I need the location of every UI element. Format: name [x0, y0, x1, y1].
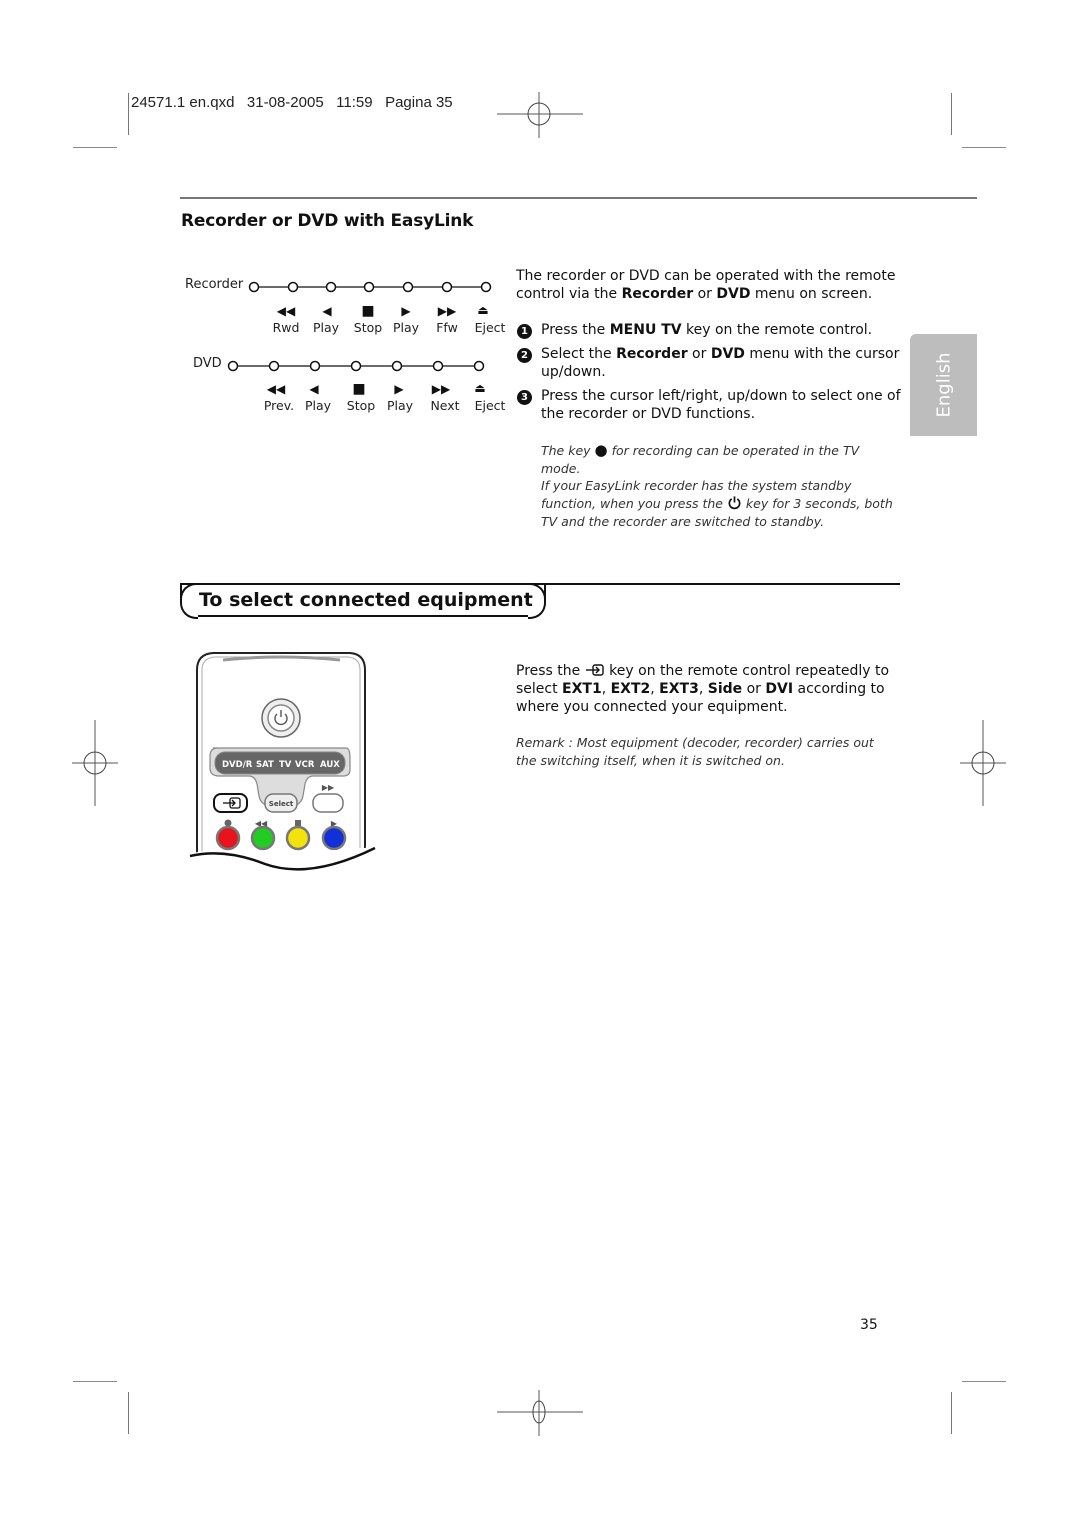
fn-label: Ffw: [436, 320, 458, 335]
fn-label: Eject: [474, 320, 506, 335]
fn-label: Prev.: [263, 398, 295, 413]
remark: Remark : Most equipment (decoder, record…: [516, 735, 874, 768]
remote-control-illustration: DVD/R SAT TV VCR AUX Select ▶▶ ◀◀ ▶: [188, 652, 377, 873]
registration-mark-top: [497, 92, 583, 138]
dvd-connector-line: [227, 360, 485, 372]
stop-icon: ■: [361, 303, 375, 319]
source-option: EXT1: [562, 681, 602, 697]
crop-mark: [128, 1392, 129, 1434]
power-icon: [728, 496, 741, 510]
step-number-icon: 2: [517, 348, 532, 363]
section-title-connected-equipment: To select connected equipment: [199, 589, 533, 611]
text: or: [693, 286, 717, 302]
fn-label: Eject: [474, 398, 506, 413]
fn-label: Play: [386, 398, 414, 413]
source-option: EXT3: [659, 681, 699, 697]
text: or: [687, 346, 711, 362]
play-reverse-icon: ◀: [309, 382, 319, 396]
note-standby: If your EasyLink recorder has the system…: [541, 477, 896, 531]
record-icon: ●: [594, 441, 608, 459]
text: Press the cursor left/right, up/down to …: [541, 388, 901, 422]
fn-label: Stop: [353, 320, 383, 335]
recorder-connector-line: [248, 281, 492, 293]
fn-label: Play: [304, 398, 332, 413]
text: key on the remote control.: [681, 322, 873, 338]
source-key-vcr: VCR: [295, 760, 315, 770]
rewind-icon: ◀◀: [276, 304, 296, 318]
text: Press the: [541, 322, 610, 338]
step-2: 2 Select the Recorder or DVD menu with t…: [517, 345, 902, 380]
select-key-label: Select: [269, 800, 294, 808]
source-key-sat: SAT: [256, 760, 274, 770]
crop-mark: [962, 1381, 1006, 1382]
crop-mark: [951, 93, 952, 135]
blue-key: [321, 825, 347, 851]
source-key-dvdr: DVD/R: [222, 760, 253, 770]
svg-text:▶▶: ▶▶: [322, 783, 335, 792]
bold-term: Recorder: [621, 286, 694, 302]
bold-term: DVD: [716, 286, 751, 302]
crop-mark: [962, 147, 1006, 148]
eject-icon: ⏏: [474, 381, 486, 395]
step-3: 3 Press the cursor left/right, up/down t…: [517, 387, 902, 422]
green-key: [250, 825, 276, 851]
connected-equipment-paragraph: Press the key on the remote control repe…: [516, 663, 890, 715]
source-key-aux: AUX: [320, 760, 340, 770]
next-icon: ▶▶: [431, 382, 451, 396]
source-option: DVI: [765, 681, 794, 697]
fast-forward-icon: ▶▶: [437, 304, 457, 318]
registration-mark-left: [72, 720, 118, 806]
step-number-icon: 1: [517, 324, 532, 339]
source-option: Side: [707, 681, 743, 697]
top-rule: [180, 197, 977, 199]
stop-icon: ■: [352, 381, 366, 397]
key-name: MENU TV: [609, 322, 682, 338]
bold-term: Recorder: [616, 346, 688, 362]
bold-term: DVD: [710, 346, 745, 362]
fn-label: Stop: [346, 398, 376, 413]
text: Press the: [516, 663, 585, 679]
section-title-easylink: Recorder or DVD with EasyLink: [181, 211, 474, 231]
input-select-icon: [585, 664, 604, 676]
crop-mark: [73, 1381, 117, 1382]
source-key-tv: TV: [279, 760, 292, 770]
eject-icon: ⏏: [477, 303, 489, 317]
play-reverse-icon: ◀: [322, 304, 332, 318]
print-slug: 24571.1 en.qxd 31-08-2005 11:59 Pagina 3…: [131, 94, 453, 111]
text: The key: [541, 443, 595, 458]
yellow-key: [285, 825, 311, 851]
previous-icon: ◀◀: [266, 382, 286, 396]
step-number-icon: 3: [517, 390, 532, 405]
intro-paragraph: The recorder or DVD can be operated with…: [516, 267, 901, 303]
page-number: 35: [860, 1317, 878, 1333]
language-label: English: [933, 352, 954, 418]
red-key: [215, 825, 241, 851]
crop-mark: [73, 147, 117, 148]
text: menu on screen.: [750, 286, 873, 302]
play-icon: ▶: [394, 382, 404, 396]
note-record-key: The key ● for recording can be operated …: [541, 441, 896, 478]
fn-label: Rwd: [272, 320, 300, 335]
crop-mark: [951, 1392, 952, 1434]
registration-mark-right: [960, 720, 1006, 806]
play-icon: ▶: [401, 304, 411, 318]
fn-label: Play: [392, 320, 420, 335]
crop-mark: [128, 93, 129, 135]
step-1: 1 Press the MENU TV key on the remote co…: [517, 321, 902, 339]
registration-mark-bottom: [497, 1390, 583, 1436]
fn-label: Play: [312, 320, 340, 335]
fn-label: Next: [430, 398, 460, 413]
dvd-label: DVD: [193, 356, 222, 371]
section-title-box: To select connected equipment: [180, 583, 546, 619]
source-option: EXT2: [610, 681, 651, 697]
language-tab: English: [910, 334, 977, 436]
text: Select the: [541, 346, 617, 362]
recorder-label: Recorder: [185, 277, 244, 292]
